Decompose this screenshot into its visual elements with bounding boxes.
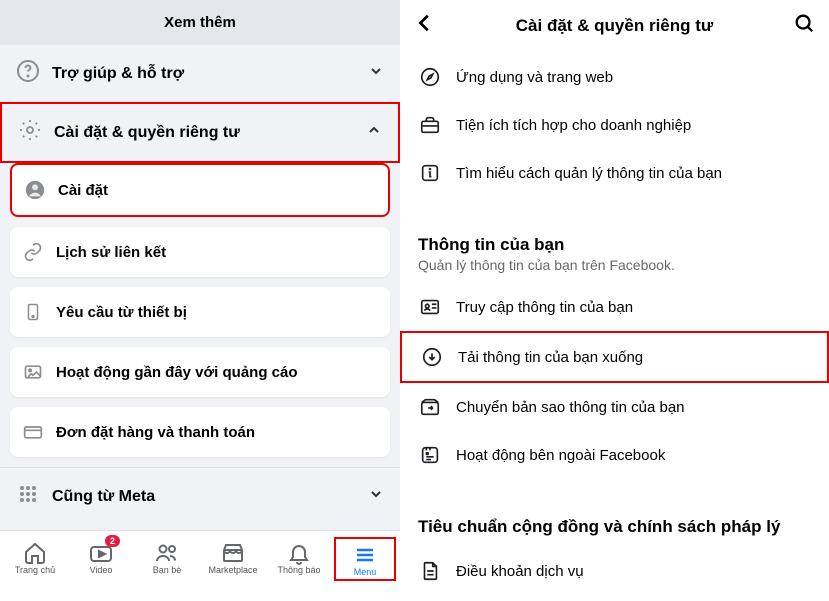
nav-friends-label: Bạn bè: [153, 565, 182, 575]
right-header: Cài đặt & quyền riêng tư: [400, 0, 829, 47]
gear-icon: [18, 118, 42, 147]
access-info-label: Truy cập thông tin của bạn: [456, 299, 633, 316]
settings-label: Cài đặt: [58, 182, 108, 199]
access-info-item[interactable]: Truy cập thông tin của bạn: [400, 283, 829, 331]
settings-privacy-label: Cài đặt & quyền riêng tư: [54, 124, 366, 142]
your-info-title: Thông tin của bạn: [418, 235, 811, 255]
nav-home-label: Trang chủ: [15, 565, 55, 575]
user-icon: [24, 179, 46, 201]
back-button[interactable]: [414, 12, 436, 39]
activity-icon: [418, 443, 442, 467]
also-from-meta-label: Cũng từ Meta: [52, 488, 368, 506]
see-more-button[interactable]: Xem thêm: [0, 0, 400, 45]
bottom-nav: Trang chủ 2 Video Bạn bè Marketplace Thô…: [0, 530, 400, 583]
terms-item[interactable]: Điều khoản dịch vụ: [400, 547, 829, 595]
nav-video-label: Video: [90, 565, 113, 575]
chevron-down-icon: [368, 486, 384, 507]
device-requests-item[interactable]: Yêu cầu từ thiết bị: [10, 287, 390, 337]
nav-notifications[interactable]: Thông báo: [268, 537, 330, 581]
search-button[interactable]: [793, 12, 815, 39]
help-support-label: Trợ giúp & hỗ trợ: [52, 65, 368, 83]
link-icon: [22, 241, 44, 263]
download-info-item[interactable]: Tải thông tin của bạn xuống: [400, 331, 829, 383]
nav-home[interactable]: Trang chủ: [4, 537, 66, 581]
help-support-accordion[interactable]: Trợ giúp & hỗ trợ: [0, 45, 400, 102]
link-history-label: Lịch sử liên kết: [56, 244, 166, 261]
orders-payments-item[interactable]: Đơn đặt hàng và thanh toán: [10, 407, 390, 457]
nav-video-badge: 2: [105, 535, 120, 547]
page-title: Cài đặt & quyền riêng tư: [436, 16, 793, 36]
card-icon: [22, 421, 44, 443]
nav-menu[interactable]: Menu: [334, 537, 396, 581]
transfer-icon: [418, 395, 442, 419]
transfer-info-item[interactable]: Chuyển bản sao thông tin của bạn: [400, 383, 829, 431]
briefcase-icon: [418, 113, 442, 137]
learn-manage-info-item[interactable]: Tìm hiểu cách quản lý thông tin của bạn: [400, 149, 829, 197]
chevron-up-icon: [366, 122, 382, 143]
transfer-info-label: Chuyển bản sao thông tin của bạn: [456, 399, 685, 416]
download-info-label: Tải thông tin của bạn xuống: [458, 349, 643, 366]
info-icon: [418, 161, 442, 185]
grid-icon: [16, 482, 40, 511]
standards-title: Tiêu chuẩn cộng đồng và chính sách pháp …: [418, 517, 811, 537]
apps-websites-label: Ứng dụng và trang web: [456, 69, 613, 86]
id-icon: [418, 295, 442, 319]
nav-video[interactable]: 2 Video: [70, 537, 132, 581]
document-icon: [418, 559, 442, 583]
compass-icon: [418, 65, 442, 89]
download-icon: [420, 345, 444, 369]
your-info-subtitle: Quản lý thông tin của bạn trên Facebook.: [418, 257, 811, 273]
recent-ad-activity-label: Hoạt động gần đây với quảng cáo: [56, 364, 298, 381]
terms-label: Điều khoản dịch vụ: [456, 563, 584, 580]
link-history-item[interactable]: Lịch sử liên kết: [10, 227, 390, 277]
off-facebook-label: Hoạt động bên ngoài Facebook: [456, 447, 665, 464]
device-icon: [22, 301, 44, 323]
help-icon: [16, 59, 40, 88]
your-info-section: Thông tin của bạn Quản lý thông tin của …: [400, 219, 829, 277]
settings-item[interactable]: Cài đặt: [10, 163, 390, 217]
learn-manage-info-label: Tìm hiểu cách quản lý thông tin của bạn: [456, 165, 722, 182]
nav-marketplace-label: Marketplace: [208, 565, 257, 575]
apps-websites-item[interactable]: Ứng dụng và trang web: [400, 53, 829, 101]
standards-section: Tiêu chuẩn cộng đồng và chính sách pháp …: [400, 501, 829, 541]
orders-payments-label: Đơn đặt hàng và thanh toán: [56, 424, 255, 441]
nav-friends[interactable]: Bạn bè: [136, 537, 198, 581]
off-facebook-item[interactable]: Hoạt động bên ngoài Facebook: [400, 431, 829, 479]
chevron-down-icon: [368, 63, 384, 84]
settings-privacy-accordion[interactable]: Cài đặt & quyền riêng tư: [0, 102, 400, 163]
nav-marketplace[interactable]: Marketplace: [202, 537, 264, 581]
also-from-meta-accordion[interactable]: Cũng từ Meta: [0, 467, 400, 525]
recent-ad-activity-item[interactable]: Hoạt động gần đây với quảng cáo: [10, 347, 390, 397]
business-integrations-label: Tiện ích tích hợp cho doanh nghiệp: [456, 117, 691, 134]
device-requests-label: Yêu cầu từ thiết bị: [56, 304, 187, 321]
nav-notifications-label: Thông báo: [277, 565, 320, 575]
nav-menu-label: Menu: [354, 567, 377, 577]
business-integrations-item[interactable]: Tiện ích tích hợp cho doanh nghiệp: [400, 101, 829, 149]
image-icon: [22, 361, 44, 383]
